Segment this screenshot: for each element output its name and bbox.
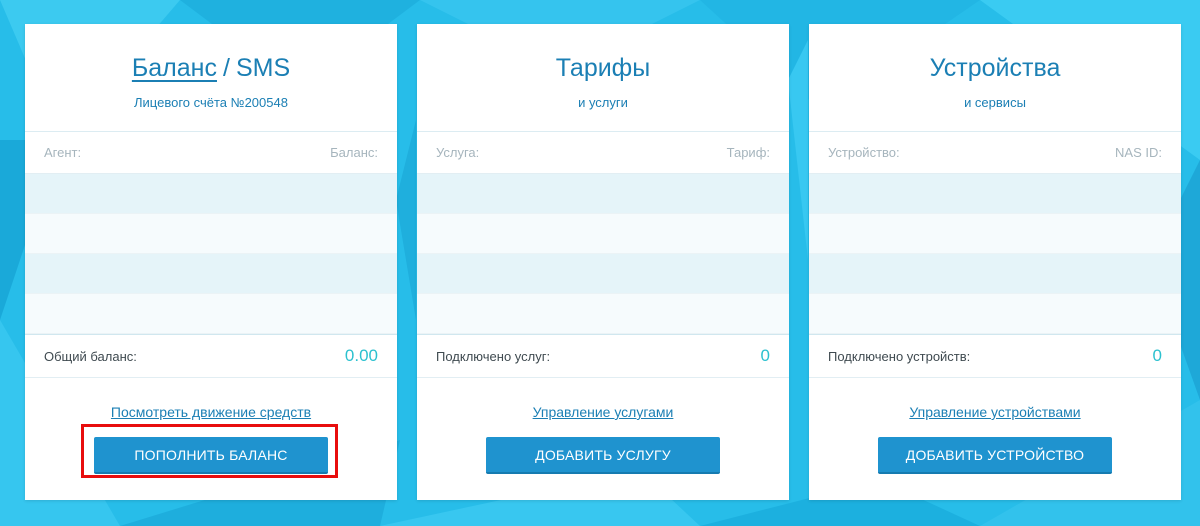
button-wrapper: Пополнить баланс [25, 437, 397, 474]
devices-card: Устройства и сервисы Устройство: NAS ID:… [809, 24, 1181, 500]
button-wrapper: Добавить услугу [417, 437, 789, 474]
table-row [809, 294, 1181, 334]
total-row: Общий баланс: 0.00 [25, 334, 397, 378]
table-row [809, 254, 1181, 294]
top-up-balance-button[interactable]: Пополнить баланс [94, 437, 328, 474]
total-label: Подключено устройств: [828, 348, 971, 364]
card-header: Устройства и сервисы [809, 24, 1181, 132]
balance-title-link[interactable]: Баланс [132, 54, 217, 82]
total-value: 0 [1152, 346, 1162, 365]
table-row [25, 254, 397, 294]
column-device: Устройство: [828, 145, 900, 160]
title-separator: / [222, 54, 230, 82]
total-label: Общий баланс: [44, 348, 137, 364]
balance-card: Баланс / SMS Лицевого счёта №200548 Агент:… [25, 24, 397, 500]
card-footer: Посмотреть движение средств Пополнить ба… [25, 378, 397, 474]
table-header: Агент: Баланс: [25, 132, 397, 174]
column-service: Услуга: [436, 145, 480, 160]
card-footer: Управление устройствами Добавить устройс… [809, 378, 1181, 474]
add-service-button[interactable]: Добавить услугу [486, 437, 720, 474]
card-footer: Управление услугами Добавить услугу [417, 378, 789, 474]
card-title: Устройства [929, 54, 1061, 82]
table-header: Услуга: Тариф: [417, 132, 789, 174]
column-agent: Агент: [44, 145, 82, 160]
card-subtitle: и услуги [578, 95, 628, 110]
table-rows [25, 174, 397, 334]
table-row [417, 254, 789, 294]
sms-title: SMS [235, 54, 291, 82]
column-nas-id: NAS ID: [1115, 145, 1162, 160]
table-rows [417, 174, 789, 334]
add-device-button[interactable]: Добавить устройство [878, 437, 1112, 474]
table-row [417, 174, 789, 214]
total-value: 0 [760, 346, 770, 365]
table-row [809, 174, 1181, 214]
card-header: Баланс / SMS Лицевого счёта №200548 [25, 24, 397, 132]
card-subtitle: Лицевого счёта №200548 [134, 95, 288, 110]
table-row [809, 214, 1181, 254]
manage-services-link[interactable]: Управление услугами [533, 403, 674, 421]
column-balance: Баланс: [330, 145, 378, 160]
table-row [25, 214, 397, 254]
table-row [25, 174, 397, 214]
card-header: Тарифы и услуги [417, 24, 789, 132]
total-value: 0.00 [344, 346, 378, 365]
table-rows [809, 174, 1181, 334]
column-tariff: Тариф: [726, 145, 770, 160]
tariffs-card: Тарифы и услуги Услуга: Тариф: Подключен… [417, 24, 789, 500]
total-label: Подключено услуг: [436, 348, 551, 364]
card-title: Баланс / SMS [25, 51, 397, 85]
table-row [25, 294, 397, 334]
card-title: Тарифы [555, 54, 651, 82]
total-row: Подключено услуг: 0 [417, 334, 789, 378]
total-row: Подключено устройств: 0 [809, 334, 1181, 378]
view-transactions-link[interactable]: Посмотреть движение средств [111, 403, 311, 421]
card-subtitle: и сервисы [964, 95, 1026, 110]
table-row [417, 214, 789, 254]
button-wrapper: Добавить устройство [809, 437, 1181, 474]
table-header: Устройство: NAS ID: [809, 132, 1181, 174]
table-row [417, 294, 789, 334]
manage-devices-link[interactable]: Управление устройствами [909, 403, 1080, 421]
